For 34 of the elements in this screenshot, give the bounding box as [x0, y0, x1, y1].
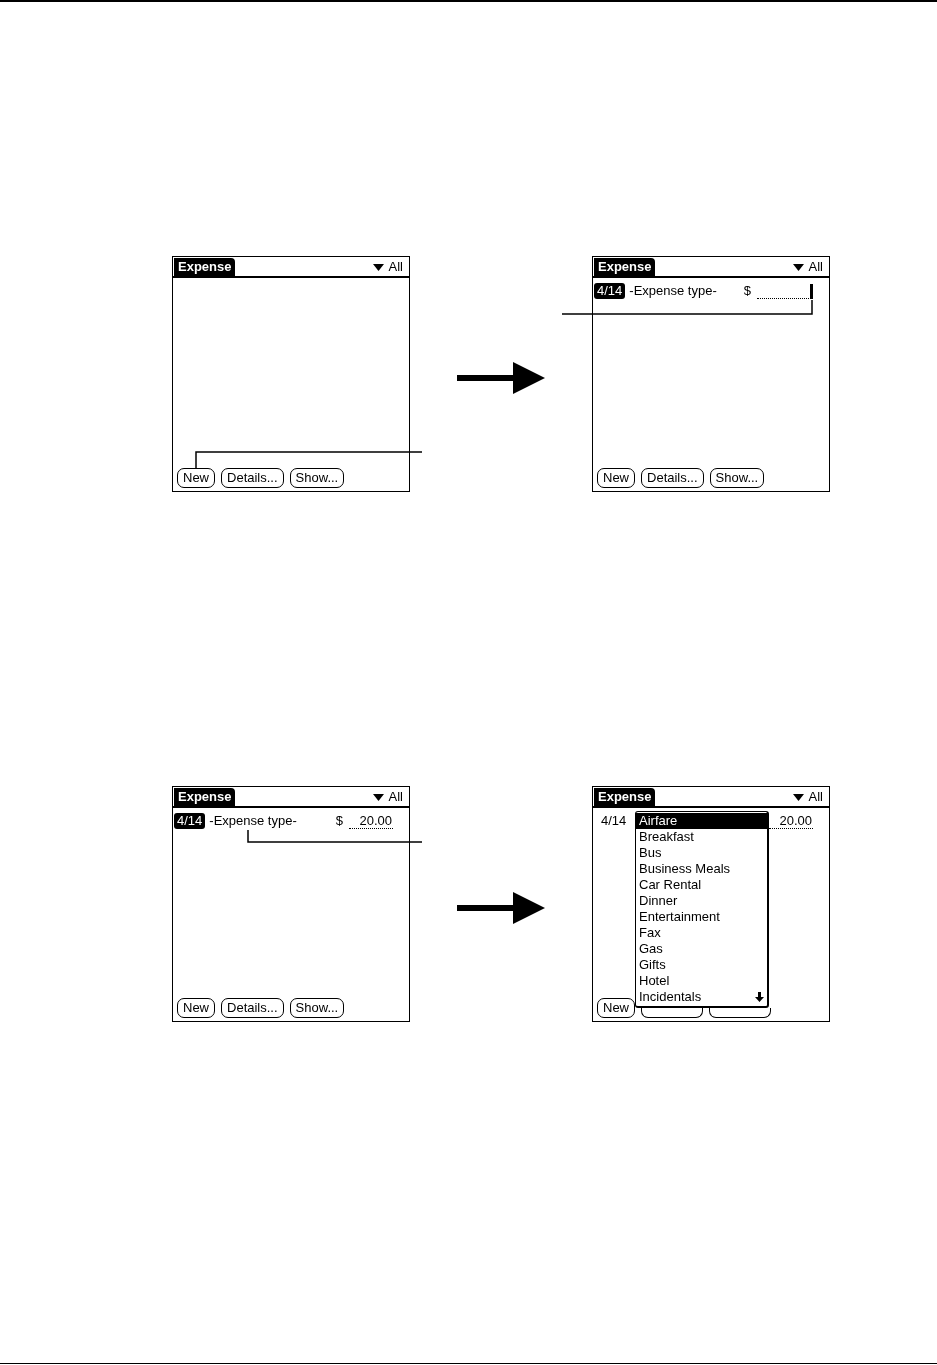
screen-button[interactable]: Show... — [709, 468, 765, 488]
scroll-down-arrow-icon[interactable] — [755, 992, 764, 1002]
right-arrow-icon — [457, 891, 545, 925]
expense-type-option[interactable]: Airfare — [636, 813, 767, 829]
category-selector[interactable]: All — [372, 788, 403, 806]
screen-button[interactable]: New — [597, 468, 635, 488]
screen-button[interactable]: Details... — [221, 998, 284, 1018]
record-date[interactable]: 4/14 — [594, 813, 634, 829]
screen-button[interactable]: Details... — [221, 468, 284, 488]
dropdown-triangle-icon — [372, 793, 384, 801]
expense-type-label[interactable]: -Expense type- — [209, 813, 297, 829]
screen-button[interactable]: Show... — [289, 468, 345, 488]
screen-button[interactable]: New — [177, 468, 215, 488]
expense-type-label[interactable]: -Expense type- — [629, 283, 717, 299]
record-date[interactable]: 4/14 — [174, 813, 206, 829]
dropdown-triangle-icon — [792, 793, 804, 801]
right-arrow-icon — [457, 361, 545, 395]
screen-button[interactable]: Details... — [641, 468, 704, 488]
app-title: Expense — [174, 788, 236, 806]
screen-button[interactable]: Show... — [289, 998, 345, 1018]
app-title: Expense — [594, 258, 656, 276]
dropdown-triangle-icon — [792, 263, 804, 271]
currency-symbol: $ — [743, 283, 751, 299]
currency-symbol: $ — [335, 813, 343, 829]
record-date[interactable]: 4/14 — [594, 283, 626, 299]
category-selector[interactable]: All — [792, 258, 823, 276]
app-title: Expense — [594, 788, 656, 806]
screen-button[interactable]: New — [597, 998, 635, 1018]
dropdown-triangle-icon — [372, 263, 384, 271]
amount-field[interactable]: 20.00 — [349, 813, 393, 829]
app-title: Expense — [174, 258, 236, 276]
screen-button[interactable]: New — [177, 998, 215, 1018]
category-selector[interactable]: All — [792, 788, 823, 806]
category-selector[interactable]: All — [372, 258, 403, 276]
